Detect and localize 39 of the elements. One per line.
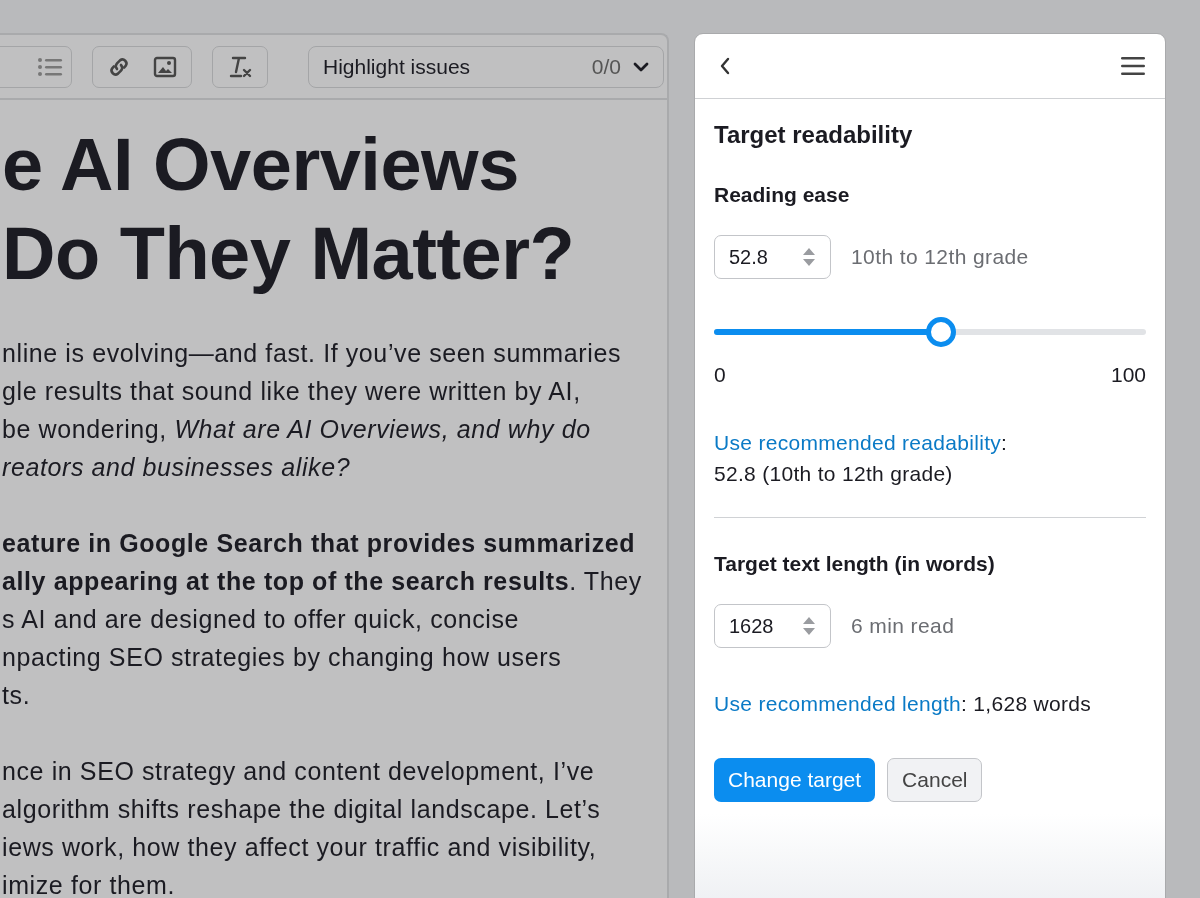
readability-slider[interactable] [714,317,1146,347]
article-text-line: iews work, how they affect your traffic and visibility, [2,832,598,863]
article-text-line: be wondering, What are AI Overviews, and why do [2,414,592,445]
chevron-down-icon [633,61,649,72]
issue-count: 0/0 [591,54,621,79]
recommendation-text: Use recommended readability: 52.8 (10th to 12th grade) [714,430,1009,487]
number-field[interactable]: 1628 [714,604,831,648]
section-heading: Reading ease [714,183,851,207]
spinner-icon [802,247,816,267]
image-icon[interactable] [153,55,177,78]
article-text-line: nce in SEO strategy and content development, I’ve [2,756,596,787]
spinner-icon [802,616,816,636]
article-text-line: npacting SEO strategies by changing how users [2,642,563,673]
recommendation-text: Use recommended length: 1,628 words [714,691,1093,717]
cancel-button[interactable]: Cancel [887,758,983,802]
clear-format-icon[interactable] [227,54,253,79]
article-heading: Do They Matter? [2,211,576,297]
panel-title: Target readability [714,121,914,149]
slider-max-label: 100 [1110,363,1146,387]
article-text-line: ts. [2,680,32,711]
grade-label: 10th to 12th grade [851,245,1029,269]
read-time-label: 6 min read [851,614,955,638]
highlight-dropdown[interactable]: Highlight issues 0/0 [308,45,664,88]
recommended-readability-link[interactable]: Use recommended readability [714,431,1002,454]
menu-icon[interactable] [1121,56,1145,76]
article-text-line: s AI and are designed to offer quick, concise [2,604,521,635]
section-heading: Target text length (in words) [714,552,996,576]
article-text-line: gle results that sound like they were written by AI, [2,376,582,407]
article-text-line: ally appearing at the top of the search results. They [2,566,643,597]
article-text-line: algorithm shifts reshape the digital landscape. Let’s [2,794,602,825]
article-heading: e AI Overviews [2,122,520,208]
number-field[interactable]: 52.8 [714,235,831,279]
article-text-line: nline is evolving—and fast. If you’ve seen summaries [2,338,622,369]
article-text-line: eature in Google Search that provides summarized [2,528,637,559]
back-icon[interactable] [719,57,731,75]
recommended-length-link[interactable]: Use recommended length [714,692,962,715]
article-text-line: imize for them. [2,870,176,898]
article-text-line: reators and businesses alike? [2,452,352,483]
slider-min-label: 0 [714,363,726,387]
